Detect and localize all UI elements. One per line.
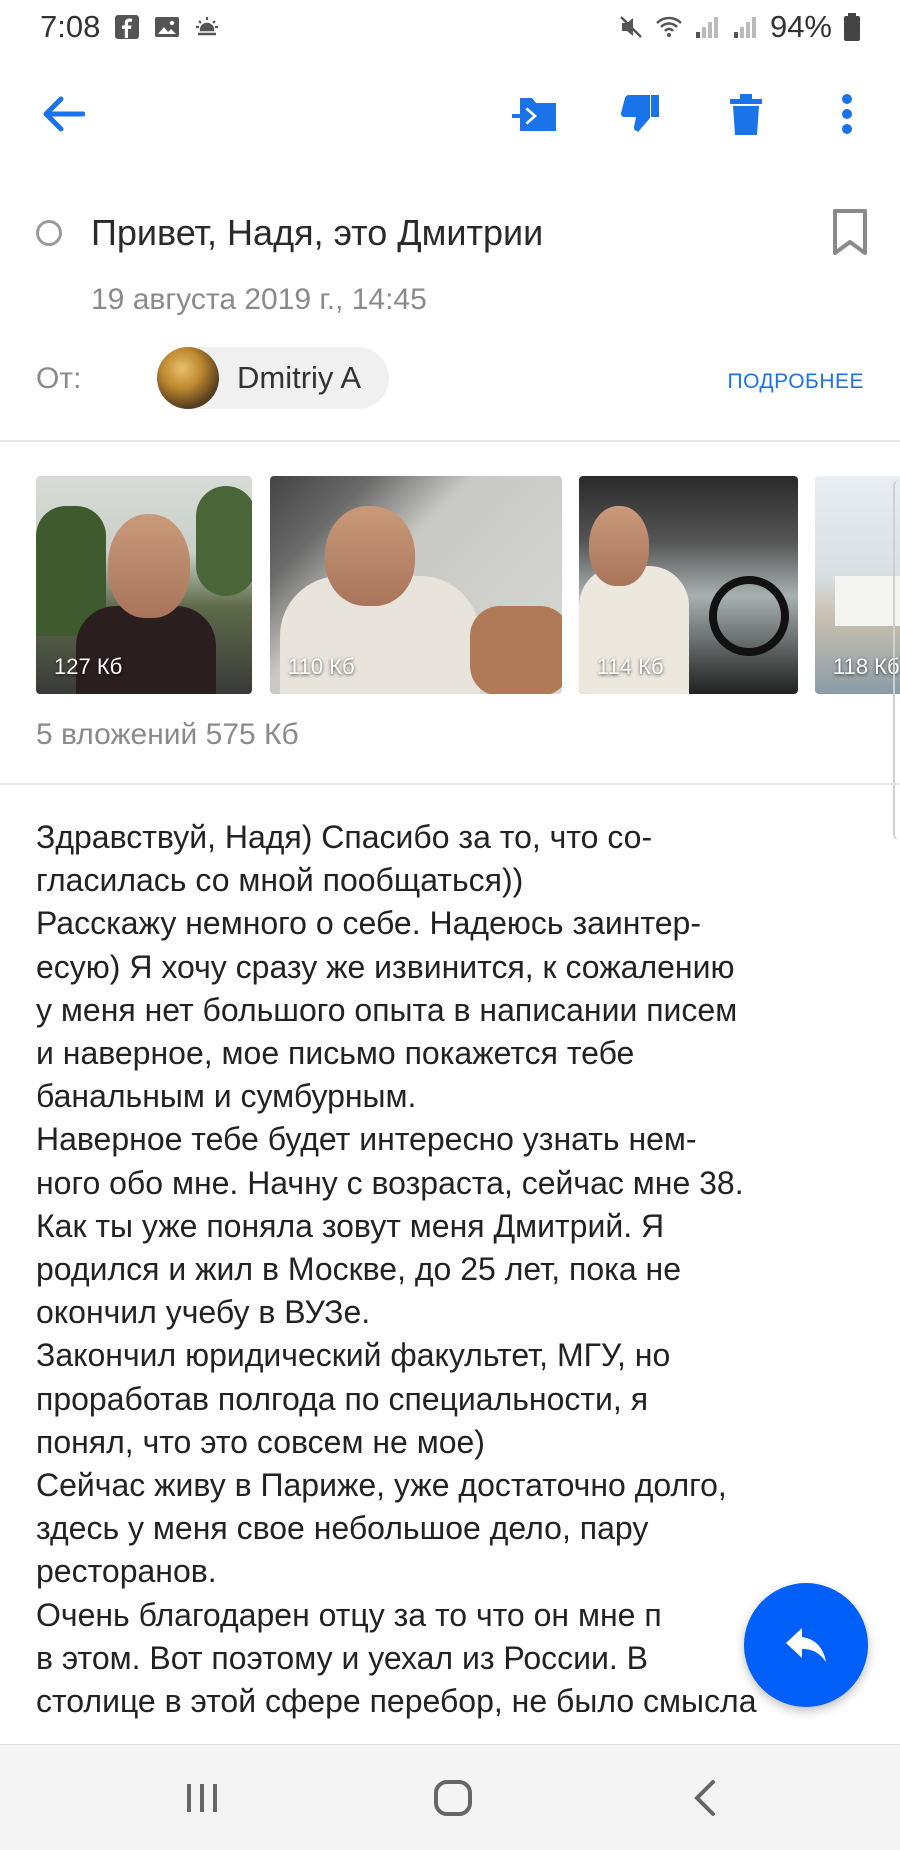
more-vert-icon — [842, 94, 852, 134]
attachments-strip: 127 Кб 110 Кб 114 Кб 118 Кб — [36, 476, 900, 694]
attachment-thumbnail[interactable]: 127 Кб — [36, 476, 252, 694]
reply-icon — [786, 1628, 826, 1662]
attachment-thumbnail[interactable]: 114 Кб — [579, 476, 798, 694]
body-line: есую) Я хочу сразу же извинится, к сожал… — [36, 948, 735, 985]
details-link[interactable]: ПОДРОБНЕЕ — [727, 370, 864, 394]
attachment-size: 118 Кб — [833, 654, 900, 679]
email-body: Здравствуй, Надя) Спасибо за то, что со-… — [36, 816, 876, 1723]
nav-back-button[interactable] — [675, 1771, 735, 1825]
body-line: родился и жил в Москве, до 25 лет, пока … — [36, 1251, 681, 1288]
attachment-thumbnail[interactable]: 110 Кб — [270, 476, 562, 694]
mute-icon — [620, 16, 642, 38]
sender-name: Dmitriy A — [237, 360, 361, 395]
body-line: гласилась со мной пообщаться)) — [36, 862, 524, 899]
email-date: 19 августа 2019 г., 14:45 — [91, 283, 427, 316]
body-line: Сейчас живу в Париже, уже достаточно дол… — [36, 1467, 727, 1504]
attachment-size: 127 Кб — [54, 654, 123, 679]
weather-icon — [196, 17, 219, 36]
body-line: Как ты уже поняла зовут меня Дмитрий. Я — [36, 1207, 665, 1244]
status-bar: 7:08 94% — [0, 0, 900, 54]
delete-button[interactable] — [710, 78, 782, 150]
body-line: у меня нет большого опыта в написании пи… — [36, 991, 738, 1028]
attachments-summary: 5 вложений 575 Кб — [36, 718, 299, 751]
message-toolbar — [0, 78, 900, 150]
trash-icon — [730, 94, 762, 135]
body-line: понял, что это совсем не мое) — [36, 1423, 485, 1460]
attachment-size: 110 Кб — [288, 654, 355, 679]
move-to-folder-button[interactable] — [500, 78, 572, 150]
body-line: столице в этой сфере перебор, не было см… — [36, 1683, 757, 1720]
divider — [0, 440, 900, 442]
divider — [0, 783, 900, 785]
attachment-thumbnail[interactable]: 118 Кб — [815, 476, 900, 694]
gallery-icon — [155, 17, 180, 37]
reply-button[interactable] — [744, 1583, 868, 1707]
signal-icon-1 — [695, 17, 718, 38]
attachments-scroll-edge — [893, 480, 900, 840]
body-line: банальным и сумбурным. — [36, 1078, 417, 1115]
sender-chip[interactable]: Dmitriy A — [157, 347, 389, 409]
body-line: Закончил юридический факультет, МГУ, но — [36, 1337, 671, 1374]
body-line: Наверное тебе будет интересно узнать нем… — [36, 1121, 697, 1158]
from-label: От: — [36, 362, 82, 395]
body-line: и наверное, мое письмо покажется тебе — [36, 1035, 635, 1072]
body-line: ресторанов. — [36, 1553, 217, 1590]
body-line: окончил учебу в ВУЗе. — [36, 1294, 371, 1331]
status-time: 7:08 — [40, 9, 101, 44]
recent-apps-icon — [187, 1784, 217, 1812]
signal-icon-2 — [733, 17, 756, 38]
back-button[interactable] — [27, 78, 99, 150]
attachment-size: 114 Кб — [597, 654, 664, 679]
body-line: Расскажу немного о себе. Надеюсь заинтер… — [36, 905, 701, 942]
wifi-icon — [656, 16, 682, 37]
battery-percent: 94% — [769, 9, 832, 44]
email-subject: Привет, Надя, это Дмитрии — [91, 212, 544, 253]
more-options-button[interactable] — [811, 78, 883, 150]
back-arrow-icon — [43, 96, 85, 132]
unread-toggle[interactable] — [36, 220, 62, 246]
system-nav-bar — [0, 1744, 900, 1850]
thumbs-down-icon — [620, 95, 659, 132]
facebook-icon — [115, 15, 140, 39]
home-button[interactable] — [423, 1771, 483, 1825]
bookmark-icon[interactable] — [830, 208, 870, 256]
avatar — [157, 347, 219, 409]
recent-apps-button[interactable] — [172, 1771, 232, 1825]
body-line: ного обо мне. Начну с возраста, сейчас м… — [36, 1164, 744, 1201]
body-line: Здравствуй, Надя) Спасибо за то, что со- — [36, 819, 653, 855]
body-line: здесь у меня свое небольшое дело, пару — [36, 1510, 649, 1547]
move-to-folder-icon — [512, 98, 556, 131]
body-line: проработав полгода по специальности, я — [36, 1380, 649, 1417]
battery-icon — [844, 13, 860, 41]
nav-back-icon — [694, 1780, 715, 1816]
spam-button[interactable] — [604, 78, 676, 150]
home-icon — [434, 1780, 472, 1816]
